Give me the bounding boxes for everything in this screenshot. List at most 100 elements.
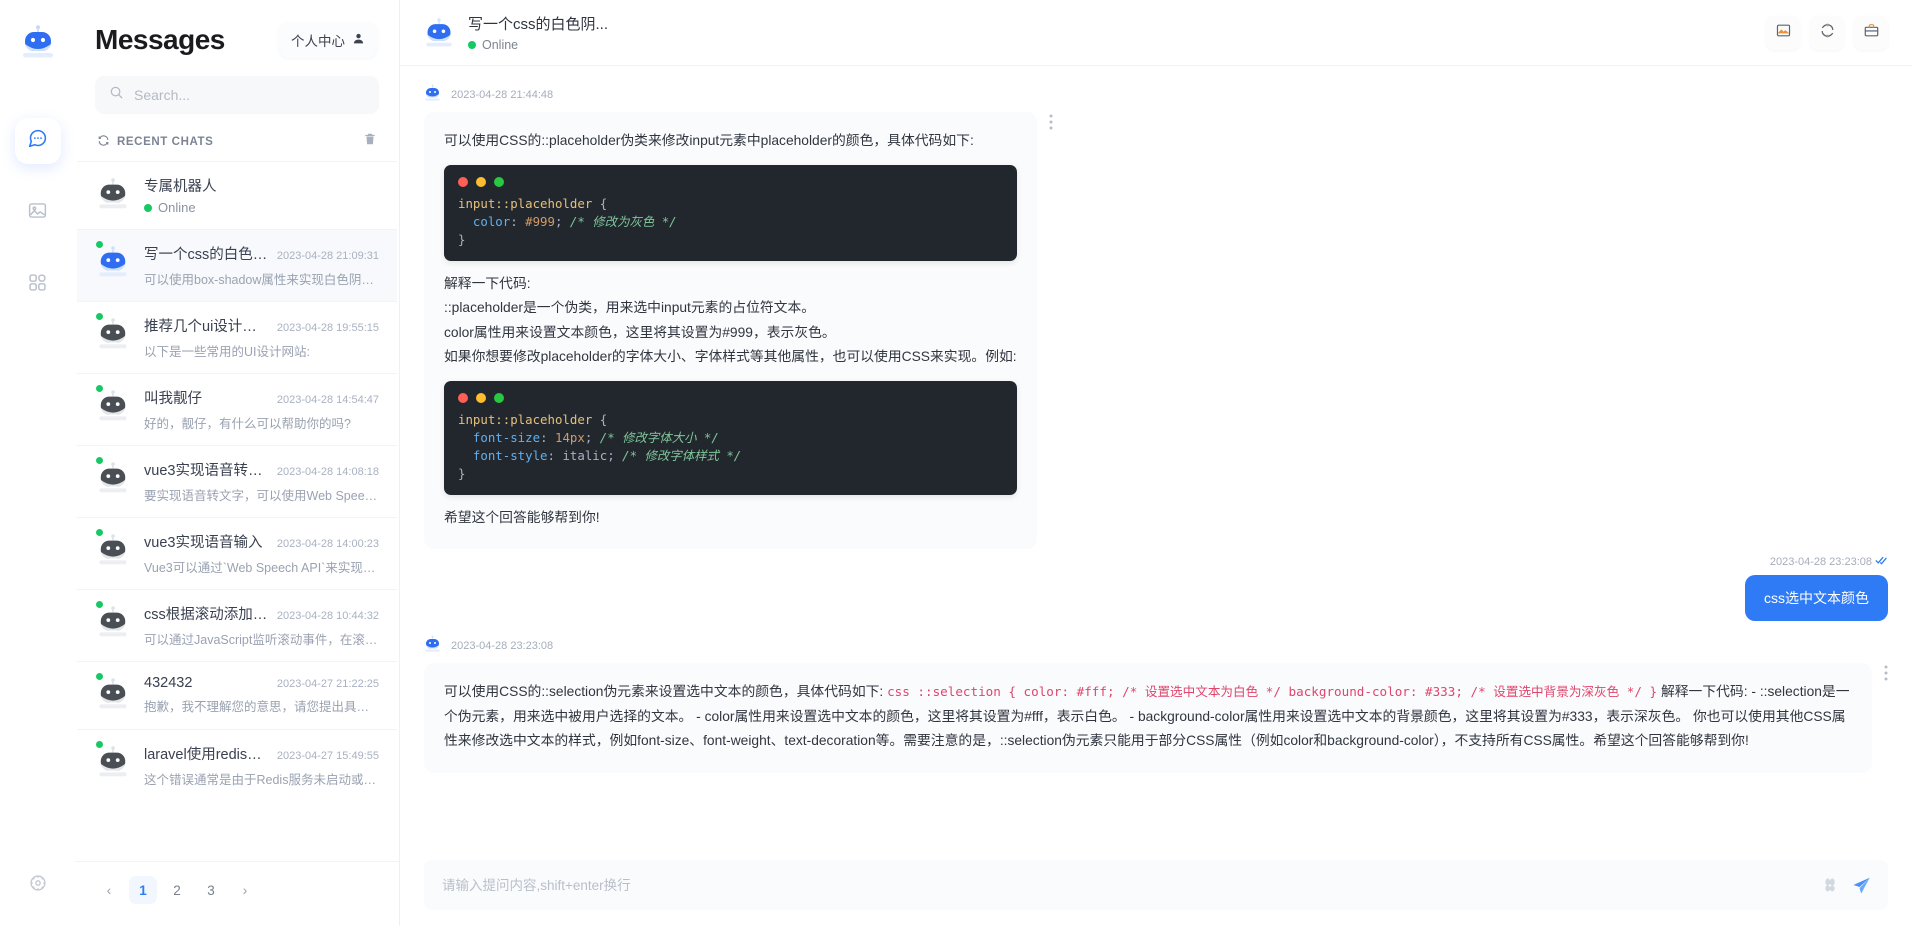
list-item[interactable]: laravel使用redis报... 2023-04-27 15:49:55 这个错…: [77, 729, 397, 801]
message-paragraph: ::placeholder是一个伪类，用来选中input元素的占位符文本。: [444, 300, 816, 316]
avatar: [96, 601, 131, 644]
list-item-timestamp: 2023-04-27 21:22:25: [276, 678, 379, 690]
avatar: [97, 175, 131, 216]
code-token: }: [458, 465, 466, 481]
more-vertical-icon[interactable]: [1884, 663, 1888, 684]
list-item-timestamp: 2023-04-28 10:44:32: [276, 610, 379, 622]
list-item-timestamp: 2023-04-27 15:49:55: [276, 750, 379, 762]
code-line: }: [458, 465, 1003, 483]
robot-logo-icon: [18, 22, 58, 62]
code-token: input::placeholder: [458, 411, 593, 427]
message-input[interactable]: [442, 877, 1809, 893]
recent-chats-label: RECENT CHATS: [117, 135, 214, 148]
code-token: #999: [525, 213, 555, 229]
pagination-page-1[interactable]: 1: [129, 876, 157, 904]
message-bubble: 可以使用CSS的::placeholder伪类来修改input元素中placeh…: [424, 112, 1037, 550]
conversation-panel: 写一个css的白色阴... Online 2023-04-28 21:44:48…: [400, 0, 1912, 926]
send-icon[interactable]: [1851, 875, 1872, 896]
conversation-list-panel: Messages 个人中心 Search... RECENT CHATS 专属机…: [75, 0, 400, 926]
list-item-timestamp: 2023-04-28 14:54:47: [276, 394, 379, 406]
list-item-body: 写一个css的白色阴... 2023-04-28 21:09:31 可以使用box-…: [144, 243, 379, 288]
list-item[interactable]: 专属机器人 Online: [77, 161, 397, 229]
sidebar-item-gallery[interactable]: [15, 190, 61, 236]
more-vertical-icon[interactable]: [1049, 112, 1053, 133]
message-thread: 2023-04-28 21:44:48可以使用CSS的::placeholder…: [400, 66, 1912, 852]
conversation-title: 写一个css的白色阴...: [468, 16, 609, 33]
list-item[interactable]: 432432 2023-04-27 21:22:25 抱歉，我不理解您的意思，请您提…: [77, 661, 397, 729]
list-item-title: 叫我靓仔: [144, 391, 202, 407]
pagination-prev[interactable]: ‹: [95, 876, 123, 904]
online-dot-icon: [144, 203, 152, 212]
message-timestamp: 2023-04-28 21:44:48: [451, 88, 554, 101]
window-dot-1: [476, 176, 486, 187]
composer-box[interactable]: [424, 860, 1888, 910]
grid-apps-icon: [27, 272, 48, 298]
pagination-next[interactable]: ›: [231, 876, 259, 904]
conversation-header: 写一个css的白色阴... Online: [400, 0, 1912, 66]
chat-bubble-icon: [27, 128, 48, 154]
code-token: /* 修改字体大小 */: [599, 429, 719, 445]
sidebar-item-settings[interactable]: [0, 873, 75, 898]
window-dot-1: [476, 392, 486, 403]
list-item-timestamp: 2023-04-28 19:55:15: [276, 322, 379, 334]
refresh-button[interactable]: [1810, 15, 1844, 50]
online-dot-icon: [96, 529, 103, 536]
search-input[interactable]: [134, 87, 365, 103]
code-token: :: [540, 429, 555, 445]
pagination-page-3[interactable]: 3: [197, 876, 225, 904]
message-meta: 2023-04-28 23:23:08: [424, 635, 553, 656]
list-item-timestamp: 2023-04-28 14:08:18: [276, 466, 379, 478]
list-item[interactable]: 叫我靓仔 2023-04-28 14:54:47 好的，靓仔，有什么可以帮助你的吗?: [77, 373, 397, 445]
list-item-title-row: laravel使用redis报... 2023-04-27 15:49:55: [144, 743, 379, 764]
code-line: font-size: 14px; /* 修改字体大小 */: [458, 429, 1003, 447]
profile-center-button[interactable]: 个人中心: [279, 22, 377, 58]
status-label: Online: [158, 200, 196, 215]
list-item-title-row: 432432 2023-04-27 21:22:25: [144, 675, 379, 691]
code-token: font-size: [458, 429, 541, 445]
window-dot-2: [494, 176, 504, 187]
list-item-body: 432432 2023-04-27 21:22:25 抱歉，我不理解您的意思，请您提…: [144, 675, 379, 715]
list-item-preview: 抱歉，我不理解您的意思，请您提出具体的问...: [144, 700, 379, 714]
list-item-title: 432432: [144, 675, 193, 691]
inline-code: css ::selection { color: #fff; /* 设置选中文本…: [887, 684, 1658, 700]
code-token: /* 修改字体样式 */: [622, 447, 742, 463]
list-item[interactable]: 推荐几个ui设计的网站 2023-04-28 19:55:15 以下是一些常用的UI…: [77, 301, 397, 373]
list-item-title: 写一个css的白色阴...: [144, 247, 269, 263]
pagination-page-2[interactable]: 2: [163, 876, 191, 904]
list-item[interactable]: css根据滚动添加fixed 2023-04-28 10:44:32 可以通过Jav…: [77, 589, 397, 661]
list-item[interactable]: vue3实现语音转文字 2023-04-28 14:08:18 要实现语音转文字，可…: [77, 445, 397, 517]
page-title: Messages: [95, 24, 225, 55]
list-item-body: vue3实现语音转文字 2023-04-28 14:08:18 要实现语音转文字，可…: [144, 459, 379, 504]
avatar: [96, 241, 131, 284]
message-paragraph: 解释一下代码:: [444, 275, 531, 291]
sidebar-item-apps[interactable]: [15, 262, 61, 308]
list-item-body: 叫我靓仔 2023-04-28 14:54:47 好的，靓仔，有什么可以帮助你的吗?: [144, 387, 379, 432]
message-paragraph: color属性用来设置文本颜色，这里将其设置为#999，表示灰色。: [444, 324, 836, 340]
list-item-timestamp: 2023-04-28 14:00:23: [276, 538, 379, 550]
window-dot-0: [458, 392, 468, 403]
message-paragraph: 希望这个回答能够帮到你!: [444, 509, 600, 525]
window-dot-0: [458, 176, 468, 187]
briefcase-button[interactable]: [1854, 15, 1888, 50]
sidebar-item-chats[interactable]: [14, 118, 61, 164]
search-wrapper: [75, 70, 399, 128]
avatar: [96, 313, 131, 356]
code-token: {: [592, 411, 608, 427]
image-button[interactable]: [1766, 15, 1800, 50]
image-icon: [27, 200, 48, 226]
trash-icon[interactable]: [363, 132, 377, 151]
search-box[interactable]: [95, 76, 379, 114]
online-dot-icon: [96, 241, 103, 248]
list-item-body: css根据滚动添加fixed 2023-04-28 10:44:32 可以通过Jav…: [144, 603, 379, 648]
list-header: Messages 个人中心: [75, 0, 399, 70]
emoji-icon[interactable]: [1821, 876, 1839, 894]
list-item[interactable]: 写一个css的白色阴... 2023-04-28 21:09:31 可以使用box-…: [77, 229, 397, 301]
refresh-icon[interactable]: [97, 134, 110, 150]
avatar: [424, 635, 441, 656]
pagination: ‹ 1 2 3 ›: [75, 861, 399, 926]
list-item-timestamp: 2023-04-28 21:09:31: [276, 250, 379, 262]
composer: [400, 852, 1912, 926]
list-item[interactable]: vue3实现语音输入 2023-04-28 14:00:23 Vue3可以通过`We…: [77, 517, 397, 589]
code-token: }: [458, 231, 466, 247]
list-item-title-row: 叫我靓仔 2023-04-28 14:54:47: [144, 387, 379, 408]
